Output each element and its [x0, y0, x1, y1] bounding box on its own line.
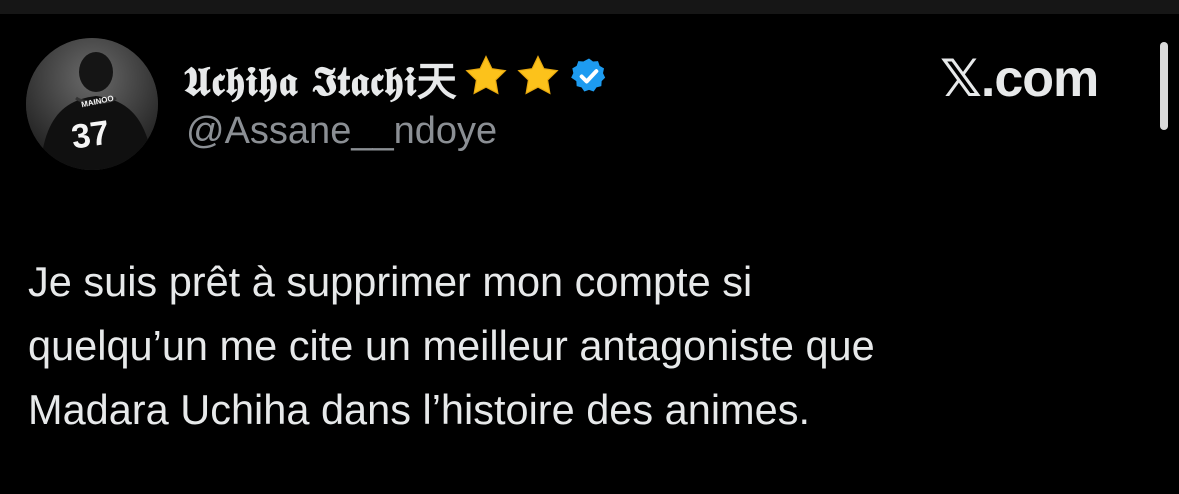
scrollbar-thumb[interactable]: [1160, 42, 1168, 130]
x-logo: 𝕏.com: [940, 50, 1099, 108]
avatar-photo: MAINOO 37: [26, 38, 158, 170]
display-name-row: 𝖀𝖈𝖍𝖎𝖍𝖆 𝕴𝖙𝖆𝖈𝖍𝖎天: [184, 50, 609, 106]
top-bar: [0, 0, 1179, 14]
tweet-line: Madara Uchiha dans l’histoire des animes…: [28, 386, 810, 433]
display-name[interactable]: 𝖀𝖈𝖍𝖎𝖍𝖆 𝕴𝖙𝖆𝖈𝖍𝖎天: [184, 49, 457, 107]
star-icon: [463, 53, 509, 104]
avatar[interactable]: MAINOO 37: [26, 38, 158, 170]
tweet-line: Je suis prêt à supprimer mon compte si: [28, 258, 753, 305]
tweet-line: quelqu’un me cite un meilleur antagonist…: [28, 322, 875, 369]
star-icon: [515, 53, 561, 104]
handle[interactable]: @Assane__ndoye: [186, 110, 497, 153]
avatar-jersey-number: 37: [69, 114, 112, 157]
verified-icon[interactable]: [569, 56, 609, 101]
tweet-text: Je suis prêt à supprimer mon compte si q…: [28, 250, 1138, 442]
